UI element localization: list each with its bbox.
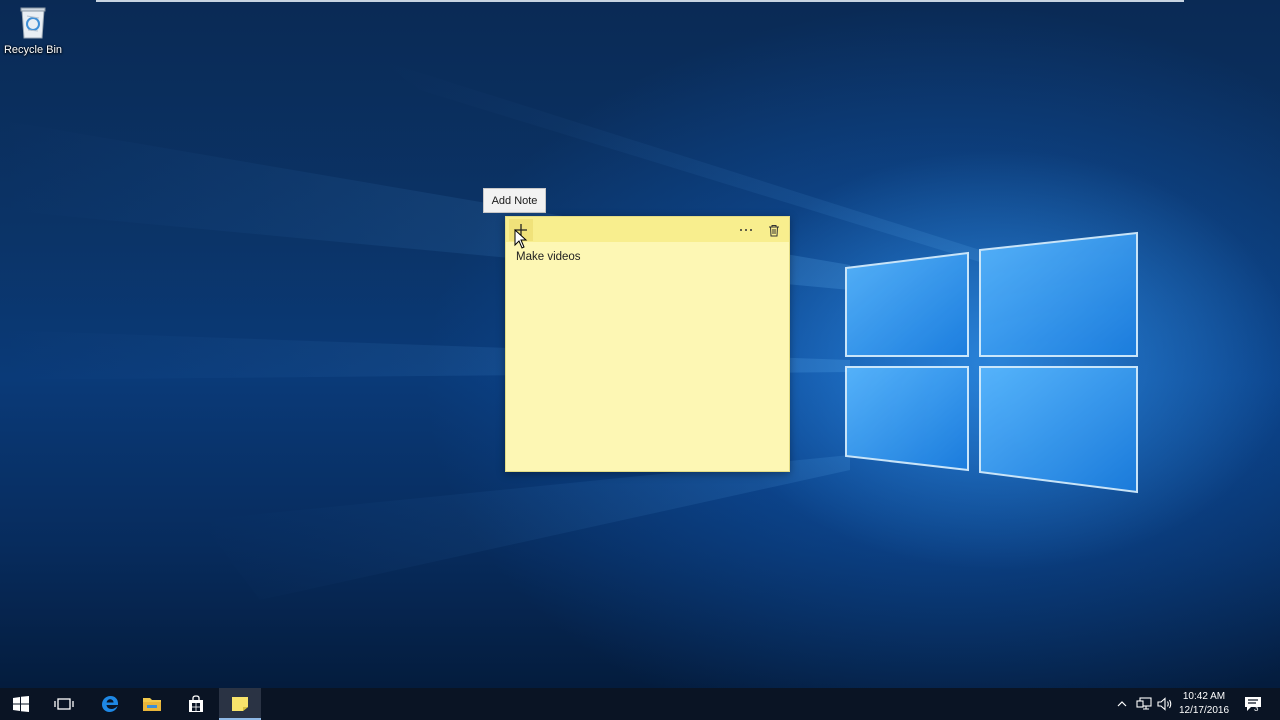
notification-count-badge: 3 [1254,704,1259,713]
show-hidden-icons-icon [1117,701,1127,707]
sticky-notes-icon [232,697,248,711]
desktop-icon-recycle-bin[interactable]: Recycle Bin [2,4,64,66]
volume-icon [1157,697,1172,711]
store-button[interactable] [175,688,217,720]
clock-date: 12/17/2016 [1178,705,1230,716]
sticky-note[interactable]: Make videos [505,216,790,472]
show-hidden-icons-button[interactable] [1114,688,1130,720]
desktop-icon-label: Recycle Bin [3,44,63,56]
recycle-bin-icon [20,7,46,39]
delete-note-button[interactable] [762,219,786,241]
file-explorer-button[interactable] [131,688,173,720]
edge-icon [102,696,118,712]
taskbar: 10:42 AM 12/17/2016 [0,688,1280,720]
delete-note-icon [769,224,779,236]
network-button[interactable] [1134,688,1154,720]
taskbar-clock[interactable]: 10:42 AM 12/17/2016 [1172,690,1236,718]
action-center-icon [1245,697,1261,711]
top-edge-line [96,0,1184,2]
note-menu-button[interactable] [734,219,758,241]
action-center-button[interactable] [1240,688,1266,720]
task-view-icon [54,698,74,710]
note-text[interactable]: Make videos [516,251,581,263]
note-header[interactable] [506,217,789,242]
start-icon [13,696,29,712]
add-note-tooltip: Add Note [483,188,546,213]
store-icon [189,695,203,712]
file-explorer-icon [143,698,161,711]
task-view-button[interactable] [43,688,85,720]
network-icon [1136,697,1152,710]
mouse-cursor-icon [514,229,528,249]
edge-button[interactable] [89,688,131,720]
sticky-notes-taskbar-button[interactable] [219,688,261,720]
start-button[interactable] [0,688,42,720]
clock-time: 10:42 AM [1182,691,1226,702]
menu-ellipsis-icon [740,229,752,231]
